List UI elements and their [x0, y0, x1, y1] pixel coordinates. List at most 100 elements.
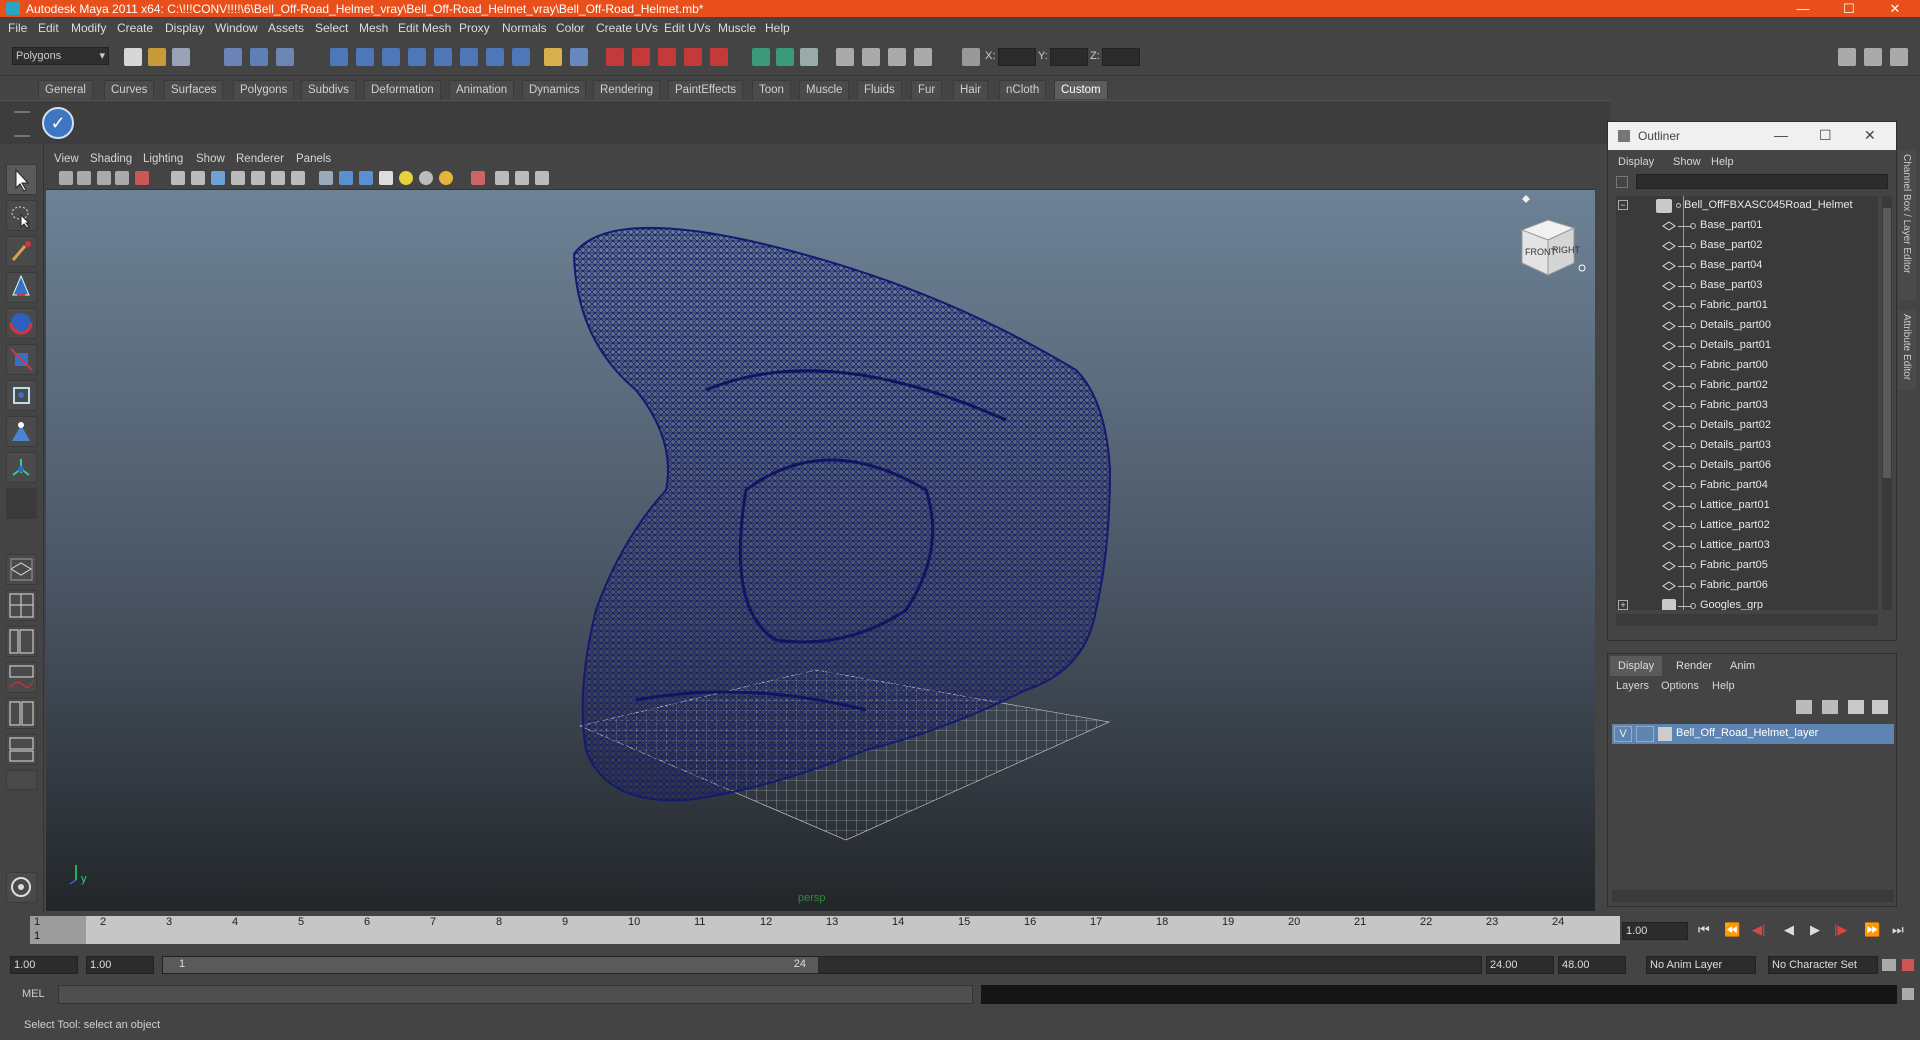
shelf-tab-subdivs[interactable]: Subdivs — [301, 80, 356, 99]
layer-row[interactable]: V Bell_Off_Road_Helmet_layer — [1612, 724, 1894, 744]
menu-display[interactable]: Display — [165, 21, 204, 35]
outliner-item[interactable]: Base_part03 — [1616, 276, 1878, 296]
viewport-menu-renderer[interactable]: Renderer — [236, 153, 284, 165]
menu-assets[interactable]: Assets — [268, 21, 304, 35]
outliner-item[interactable]: Lattice_part01 — [1616, 496, 1878, 516]
snap-view-icon[interactable] — [460, 48, 478, 66]
outliner-item[interactable]: Base_part04 — [1616, 256, 1878, 276]
helmet-wireframe[interactable]: FRONT RIGHT y persp — [46, 190, 1595, 911]
move-layer-down-icon[interactable] — [1822, 700, 1838, 714]
select-camera-icon[interactable] — [59, 171, 73, 185]
shelf-tab-curves[interactable]: Curves — [104, 80, 155, 99]
outliner-item[interactable]: + Googles_grp — [1616, 596, 1878, 610]
viewport-menu-lighting[interactable]: Lighting — [143, 153, 183, 165]
viewport-menu-panels[interactable]: Panels — [296, 153, 331, 165]
layer-display-type-toggle[interactable] — [1636, 726, 1654, 742]
relative-transform-icon[interactable] — [776, 48, 794, 66]
outliner-menu-display[interactable]: Display — [1618, 156, 1654, 168]
light-icon[interactable] — [888, 48, 906, 66]
render-current-icon[interactable] — [606, 48, 624, 66]
outliner-item[interactable]: Lattice_part03 — [1616, 536, 1878, 556]
collapse-icon[interactable]: − — [1618, 200, 1628, 210]
expand-icon[interactable]: + — [1618, 600, 1628, 610]
outliner-maximize-button[interactable]: ☐ — [1819, 127, 1832, 144]
animation-end-field[interactable]: 48.00 — [1558, 956, 1626, 974]
checkmark-icon[interactable]: ✓ — [42, 107, 74, 139]
menu-create-uvs[interactable]: Create UVs — [596, 21, 658, 35]
shelf-tab-fluids[interactable]: Fluids — [857, 80, 902, 99]
shelf-tab-general[interactable]: General — [38, 80, 93, 99]
shelf-tab-polygons[interactable]: Polygons — [233, 80, 295, 99]
select-tool-icon[interactable] — [6, 164, 37, 195]
field-chart-icon[interactable] — [211, 171, 225, 185]
outliner-vertical-scrollbar[interactable] — [1882, 196, 1892, 610]
shelf-tab-toon[interactable]: Toon — [752, 80, 791, 99]
range-track[interactable]: 1 24 — [162, 956, 1482, 974]
move-tool-icon[interactable] — [6, 272, 37, 303]
rename-icon[interactable] — [800, 48, 818, 66]
panel-layout-icon[interactable] — [836, 48, 854, 66]
outliner-minimize-button[interactable]: — — [1774, 127, 1788, 143]
layer-menu-help[interactable]: Help — [1712, 680, 1735, 692]
filter-icon[interactable] — [1616, 176, 1628, 188]
step-back-frame-icon[interactable]: ◀| — [1752, 922, 1765, 938]
outliner-item[interactable]: Fabric_part05 — [1616, 556, 1878, 576]
four-view-layout-icon[interactable] — [6, 590, 37, 621]
step-back-key-icon[interactable]: ⏪ — [1724, 922, 1740, 938]
menu-color[interactable]: Color — [556, 21, 585, 35]
close-button[interactable]: ✕ — [1872, 0, 1918, 17]
snap-plane-icon[interactable] — [408, 48, 426, 66]
command-language-label[interactable]: MEL — [22, 988, 45, 1000]
shelf-tab-muscle[interactable]: Muscle — [799, 80, 850, 99]
outliner-close-button[interactable]: ✕ — [1864, 127, 1876, 144]
outliner-menu-show[interactable]: Show — [1673, 156, 1701, 168]
image-plane-icon[interactable] — [115, 171, 129, 185]
outliner-item[interactable]: Details_part00 — [1616, 316, 1878, 336]
rotate-tool-icon[interactable] — [6, 308, 37, 339]
shelf-tab-dynamics[interactable]: Dynamics — [522, 80, 587, 99]
input-line-icon[interactable] — [752, 48, 770, 66]
select-hierarchy-icon[interactable] — [224, 48, 242, 66]
command-input[interactable] — [58, 985, 973, 1004]
attribute-editor-side-tab[interactable]: Attribute Editor — [1898, 310, 1916, 390]
film-gate-icon[interactable] — [191, 171, 205, 185]
hypershade-persp-layout-icon[interactable] — [6, 698, 37, 729]
show-manipulator-icon[interactable] — [6, 452, 37, 483]
outliner-root-item[interactable]: − Bell_OffFBXASC045Road_Helmet — [1616, 196, 1878, 216]
y-field[interactable] — [1050, 48, 1088, 66]
persp-trax-layout-icon[interactable] — [6, 734, 37, 765]
wireframe-icon[interactable] — [271, 171, 285, 185]
character-set-dropdown[interactable]: No Character Set — [1768, 956, 1878, 974]
select-object-icon[interactable] — [250, 48, 268, 66]
animation-preferences-icon[interactable] — [1902, 959, 1914, 971]
minimize-button[interactable]: — — [1780, 0, 1826, 17]
resolution-gate-icon[interactable] — [135, 171, 149, 185]
key-icon[interactable] — [1882, 959, 1896, 971]
shelf-tab-surfaces[interactable]: Surfaces — [164, 80, 224, 99]
view-cube[interactable]: FRONT RIGHT — [1520, 195, 1586, 276]
outliner-item[interactable]: Details_part03 — [1616, 436, 1878, 456]
layer-color-swatch[interactable] — [1658, 727, 1672, 741]
viewport-menu-show[interactable]: Show — [196, 153, 225, 165]
outliner-item[interactable]: Fabric_part03 — [1616, 396, 1878, 416]
grid-toggle-icon[interactable] — [171, 171, 185, 185]
outliner-item[interactable]: Fabric_part06 — [1616, 576, 1878, 596]
hypershade-icon[interactable] — [684, 48, 702, 66]
scale-tool-icon[interactable] — [6, 344, 37, 375]
paint-select-tool-icon[interactable] — [6, 236, 37, 267]
help-icon[interactable] — [512, 48, 530, 66]
z-field[interactable] — [1102, 48, 1140, 66]
shelf-menu-icon[interactable] — [14, 111, 30, 137]
outliner-item[interactable]: Fabric_part02 — [1616, 376, 1878, 396]
shelf-tab-deformation[interactable]: Deformation — [364, 80, 441, 99]
persp-graph-layout-icon[interactable] — [6, 662, 37, 693]
menu-proxy[interactable]: Proxy — [459, 21, 490, 35]
go-to-end-icon[interactable]: ⏭ — [1892, 922, 1904, 938]
outliner-horizontal-scrollbar[interactable] — [1616, 614, 1878, 626]
tool-settings-toggle-icon[interactable] — [1864, 48, 1882, 66]
x-field[interactable] — [998, 48, 1036, 66]
outliner-item[interactable]: Fabric_part01 — [1616, 296, 1878, 316]
default-light-icon[interactable] — [399, 171, 413, 185]
snap-point-icon[interactable] — [382, 48, 400, 66]
shelf-tab-fur[interactable]: Fur — [911, 80, 943, 99]
